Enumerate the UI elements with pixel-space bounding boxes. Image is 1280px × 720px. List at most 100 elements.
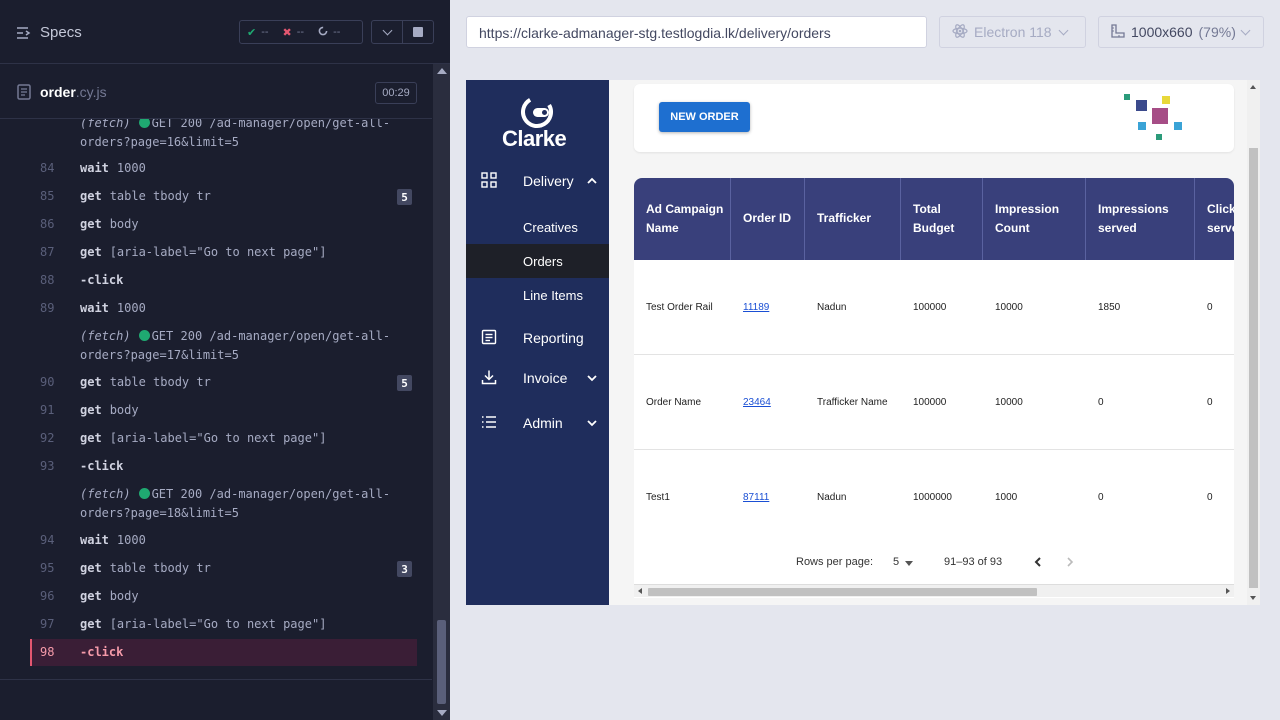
table-cell: 100000 xyxy=(913,302,947,313)
command-name: get table tbody tr xyxy=(80,561,211,575)
command-row[interactable]: 89 wait 1000 xyxy=(30,294,417,322)
scroll-up-icon[interactable] xyxy=(1250,85,1256,89)
command-row[interactable]: 86 get body xyxy=(30,210,417,238)
sidebar-item-label: Reporting xyxy=(523,330,584,346)
spec-file-ext: .cy.js xyxy=(75,84,107,100)
command-message: body xyxy=(109,217,139,231)
fetch-log-entry[interactable]: (fetch) GET 200 /ad-manager/open/get-all-… xyxy=(30,119,417,154)
sidebar-item-invoice[interactable]: Invoice xyxy=(466,361,609,395)
report-icon xyxy=(481,329,497,348)
command-row[interactable]: 85 get table tbody tr 5 xyxy=(30,182,417,210)
column-header[interactable]: Total Budget xyxy=(901,178,983,260)
command-name: wait 1000 xyxy=(80,301,146,315)
fetch-method: GET xyxy=(151,119,174,130)
command-row[interactable]: 94 wait 1000 xyxy=(30,526,417,554)
command-name: wait 1000 xyxy=(80,161,146,175)
fetch-log-entry[interactable]: (fetch) GET 200 /ad-manager/open/get-all-… xyxy=(30,327,417,367)
command-row[interactable]: 91 get body xyxy=(30,396,417,424)
caret-down-icon[interactable] xyxy=(905,561,913,566)
scroll-down-icon[interactable] xyxy=(437,710,447,716)
command-row[interactable]: 96 get body xyxy=(30,582,417,610)
command-number: 93 xyxy=(40,459,55,473)
sidebar-item-creatives[interactable]: Creatives xyxy=(466,210,609,244)
check-icon: ✔ xyxy=(247,26,257,39)
pending-stat: -- xyxy=(311,26,347,39)
command-row[interactable]: 93 -click xyxy=(30,452,417,480)
fetch-label: (fetch) xyxy=(80,119,131,130)
browser-selector[interactable]: Electron 118 xyxy=(939,16,1086,48)
command-number: 97 xyxy=(40,617,55,631)
scroll-thumb[interactable] xyxy=(437,620,446,704)
new-order-button[interactable]: NEW ORDER xyxy=(659,102,750,132)
pagination: Rows per page: 5 91–93 of 93 xyxy=(609,548,1209,578)
command-row-active[interactable]: 98 -click xyxy=(30,639,417,666)
command-row[interactable]: 90 get table tbody tr 5 xyxy=(30,368,417,396)
table-row: Test1 87111 Nadun 1000000 1000 0 0 xyxy=(634,450,1234,545)
command-row[interactable]: 84 wait 1000 xyxy=(30,154,417,182)
scroll-right-icon[interactable] xyxy=(1226,588,1230,594)
specs-toggle[interactable]: Specs xyxy=(16,24,82,41)
fetch-log-entry[interactable]: (fetch) GET 200 /ad-manager/open/get-all-… xyxy=(30,485,417,525)
table-cell: Trafficker Name xyxy=(817,397,888,408)
fetch-method: GET xyxy=(151,329,174,343)
command-keyword: wait xyxy=(80,161,109,175)
sidebar-item-reporting[interactable]: Reporting xyxy=(466,321,609,355)
sidebar-item-label: Orders xyxy=(523,254,563,269)
table-cell: 0 xyxy=(1207,397,1213,408)
previous-page-button[interactable] xyxy=(1032,556,1044,571)
command-row[interactable]: 92 get [aria-label="Go to next page"] xyxy=(30,424,417,452)
column-header[interactable]: Clicks served xyxy=(1195,178,1234,260)
fetch-text: (fetch) GET 200 /ad-manager/open/get-all-… xyxy=(80,485,410,523)
rows-per-page-select[interactable]: 5 xyxy=(893,556,899,568)
order-id-link[interactable]: 23464 xyxy=(731,355,771,450)
command-row[interactable]: 95 get table tbody tr 3 xyxy=(30,554,417,582)
sidebar-item-admin[interactable]: Admin xyxy=(466,406,609,440)
command-number: 84 xyxy=(40,161,55,175)
column-header[interactable]: Ad Campaign Name xyxy=(634,178,731,260)
pending-count: -- xyxy=(333,26,341,38)
table-horizontal-scrollbar[interactable] xyxy=(634,584,1234,597)
collapse-button[interactable] xyxy=(371,20,403,44)
column-header[interactable]: Order ID xyxy=(731,178,805,260)
command-keyword: get xyxy=(80,245,102,259)
command-row[interactable]: 97 get [aria-label="Go to next page"] xyxy=(30,610,417,638)
next-page-button[interactable] xyxy=(1064,556,1076,571)
order-id-link[interactable]: 11189 xyxy=(731,260,769,355)
failed-stat: ✖ -- xyxy=(276,26,312,39)
chevron-down-icon xyxy=(382,25,392,35)
sidebar-item-orders[interactable]: Orders xyxy=(466,244,609,278)
command-message: table tbody tr xyxy=(109,375,211,389)
scroll-left-icon[interactable] xyxy=(638,588,642,594)
command-log-scrollbar[interactable] xyxy=(433,64,450,720)
page-vertical-scrollbar[interactable] xyxy=(1247,80,1260,605)
column-header[interactable]: Impressions served xyxy=(1086,178,1195,260)
scroll-down-icon[interactable] xyxy=(1250,596,1256,600)
column-header[interactable]: Trafficker xyxy=(805,178,901,260)
column-header[interactable]: Impression Count xyxy=(983,178,1086,260)
sidebar-item-delivery[interactable]: Delivery xyxy=(466,164,609,198)
command-row[interactable]: 88 -click xyxy=(30,266,417,294)
table-cell: Test Order Rail xyxy=(646,302,713,313)
scroll-up-icon[interactable] xyxy=(437,68,447,74)
viewport-selector[interactable]: 1000x660 (79%) xyxy=(1098,16,1264,48)
sidebar-item-line-items[interactable]: Line Items xyxy=(466,278,609,312)
chevron-down-icon xyxy=(586,371,598,387)
scroll-thumb[interactable] xyxy=(648,588,1037,596)
chevron-down-icon xyxy=(586,416,598,432)
table-cell: 0 xyxy=(1098,397,1104,408)
command-number: 85 xyxy=(40,189,55,203)
order-id-link[interactable]: 87111 xyxy=(731,450,769,545)
table-cell: 0 xyxy=(1098,492,1104,503)
stop-button[interactable] xyxy=(402,20,434,44)
command-message: body xyxy=(109,403,139,417)
command-row[interactable]: 87 get [aria-label="Go to next page"] xyxy=(30,238,417,266)
command-number: 90 xyxy=(40,375,55,389)
url-bar[interactable]: https://clarke-admanager-stg.testlogdia.… xyxy=(466,16,927,48)
table-cell: 1000 xyxy=(995,492,1018,503)
spec-file-name[interactable]: order.cy.js xyxy=(40,84,107,100)
sidebar-item-label: Admin xyxy=(523,415,563,431)
sidebar-item-label: Invoice xyxy=(523,370,568,386)
element-count-badge: 5 xyxy=(397,189,412,205)
scroll-thumb[interactable] xyxy=(1249,148,1258,588)
command-name: wait 1000 xyxy=(80,533,146,547)
